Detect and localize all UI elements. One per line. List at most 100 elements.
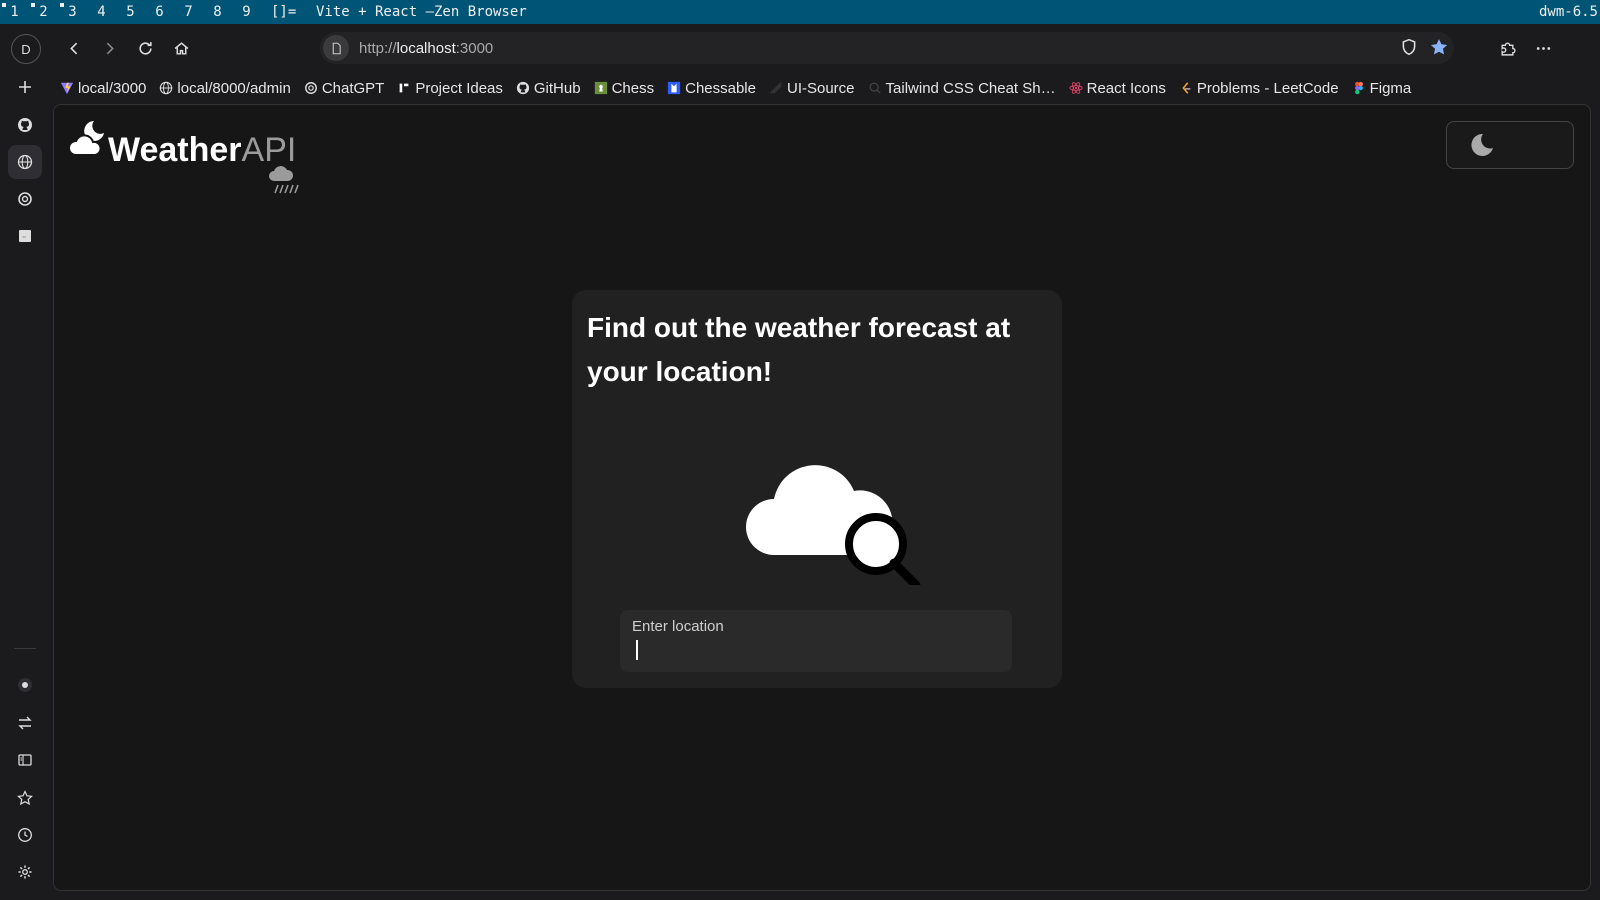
url-port: :3000 <box>455 39 494 57</box>
moon-icon <box>1471 133 1493 156</box>
extensions-button[interactable] <box>1495 36 1519 60</box>
bookmark-item[interactable]: local/3000 <box>60 80 146 97</box>
logo-word-weather: Weather <box>108 131 242 169</box>
gear-icon <box>18 865 32 879</box>
location-input[interactable] <box>632 640 992 662</box>
shield-icon[interactable] <box>1400 38 1418 56</box>
document-icon <box>19 230 31 242</box>
url-host: localhost <box>396 39 456 57</box>
pinned-tab-github[interactable] <box>8 108 42 142</box>
uisource-icon <box>769 81 783 95</box>
bookmark-label: GitHub <box>533 79 581 97</box>
globe-icon <box>17 154 33 170</box>
react-icon <box>1069 81 1083 95</box>
bookmark-star-icon[interactable] <box>1430 38 1448 56</box>
dwm-tag-4[interactable]: 4 <box>87 0 116 24</box>
dwm-tag-7[interactable]: 7 <box>174 0 203 24</box>
home-button[interactable] <box>169 36 193 60</box>
new-tab-button[interactable] <box>8 70 42 104</box>
github-icon <box>516 81 530 95</box>
search-card: Find out the weather forecast at your lo… <box>572 290 1062 688</box>
bookmark-label: local/3000 <box>78 79 147 97</box>
location-label: Enter location <box>632 618 724 635</box>
bookmark-label: UI-Source <box>787 79 855 97</box>
bookmark-label: Chessable <box>685 79 756 97</box>
settings-button[interactable] <box>8 855 42 889</box>
dwm-tag-1[interactable]: 1 <box>0 0 29 24</box>
dwm-tag-2[interactable]: 2 <box>29 0 58 24</box>
search-icon <box>868 81 882 95</box>
forward-button[interactable] <box>97 36 121 60</box>
bookmark-label: ChatGPT <box>321 79 385 97</box>
browser-window: D http://localhost:3000 local/3000 local… <box>0 24 1600 900</box>
chevron-left-icon <box>69 42 77 54</box>
bookmark-item[interactable]: UI-Source <box>769 80 855 97</box>
bookmark-label: Chess <box>611 79 655 97</box>
openai-icon <box>18 192 32 206</box>
bookmark-label: Project Ideas <box>415 79 503 97</box>
dwm-tag-3[interactable]: 3 <box>58 0 87 24</box>
dwm-tag-6[interactable]: 6 <box>145 0 174 24</box>
toggle-sidebar-button[interactable] <box>8 743 42 777</box>
dwm-status-text: dwm-6.5 <box>1538 0 1598 24</box>
bookmark-label: local/8000/admin <box>177 79 291 97</box>
bookmark-item[interactable]: Chess <box>594 79 655 97</box>
page-title: Find out the weather forecast at your lo… <box>587 312 1011 387</box>
workspace-indicator[interactable] <box>8 668 42 702</box>
bookmark-item[interactable]: Project Ideas <box>397 80 503 97</box>
location-field[interactable]: Enter location <box>620 610 1012 672</box>
more-horizontal-icon <box>1536 46 1550 50</box>
bookmark-item[interactable]: Tailwind CSS Cheat Sh… <box>868 80 1056 97</box>
navigation-toolbar: http://localhost:3000 <box>50 24 1600 72</box>
dwm-tag-9[interactable]: 9 <box>232 0 261 24</box>
page-icon <box>332 42 341 54</box>
chevron-right-icon <box>106 42 114 54</box>
bookmark-label: React Icons <box>1086 79 1166 97</box>
dwm-layout-symbol[interactable]: []= <box>271 0 296 24</box>
clock-icon <box>18 828 32 842</box>
swap-arrows-icon <box>18 716 32 730</box>
bookmarks-button[interactable] <box>8 781 42 815</box>
url-text[interactable]: http://localhost:3000 <box>359 40 493 57</box>
sidebar-icon <box>18 754 32 766</box>
browser-sidebar: D <box>0 24 50 900</box>
bookmark-item[interactable]: Figma <box>1352 80 1411 97</box>
chess-icon <box>594 81 608 95</box>
theme-toggle-button[interactable] <box>1446 121 1574 169</box>
rain-cloud-icon <box>269 166 299 194</box>
bookmark-item[interactable]: Problems - LeetCode <box>1179 80 1339 97</box>
bookmark-item[interactable]: local/8000/admin <box>159 79 291 97</box>
sidebar-divider <box>14 648 36 649</box>
url-bar[interactable]: http://localhost:3000 <box>320 32 1454 64</box>
dwm-tag-8[interactable]: 8 <box>203 0 232 24</box>
text-cursor <box>636 640 638 660</box>
pinned-tab-chatgpt[interactable] <box>8 182 42 216</box>
bookmark-item[interactable]: Chessable <box>667 80 756 97</box>
vite-icon <box>60 81 74 95</box>
puzzle-icon <box>1500 42 1516 56</box>
history-button[interactable] <box>8 818 42 852</box>
figma-icon <box>1352 81 1366 95</box>
chessable-icon <box>667 81 681 95</box>
workspace-dot-icon <box>18 678 32 692</box>
reload-icon <box>138 41 152 55</box>
plus-icon <box>19 81 31 93</box>
profile-avatar[interactable]: D <box>11 34 41 64</box>
cloud-search-icon <box>746 465 921 585</box>
bookmark-item[interactable]: ChatGPT <box>304 79 385 97</box>
pinned-tab-notes[interactable] <box>8 219 42 253</box>
openai-icon <box>304 81 318 95</box>
dwm-tag-5[interactable]: 5 <box>116 0 145 24</box>
reload-button[interactable] <box>133 36 157 60</box>
home-icon <box>174 41 188 55</box>
dwm-window-title: Vite + React —Zen Browser <box>306 0 1538 24</box>
page-info-button[interactable] <box>323 35 349 61</box>
bookmark-item[interactable]: GitHub <box>516 80 581 97</box>
pinned-tab-localhost[interactable] <box>8 145 42 179</box>
globe-icon <box>159 81 173 95</box>
menu-button[interactable] <box>1531 36 1555 60</box>
bookmark-item[interactable]: React Icons <box>1069 80 1166 97</box>
back-button[interactable] <box>62 36 86 60</box>
weather-api-logo[interactable]: WeatherAPI <box>68 119 328 199</box>
switch-workspace-button[interactable] <box>8 706 42 740</box>
